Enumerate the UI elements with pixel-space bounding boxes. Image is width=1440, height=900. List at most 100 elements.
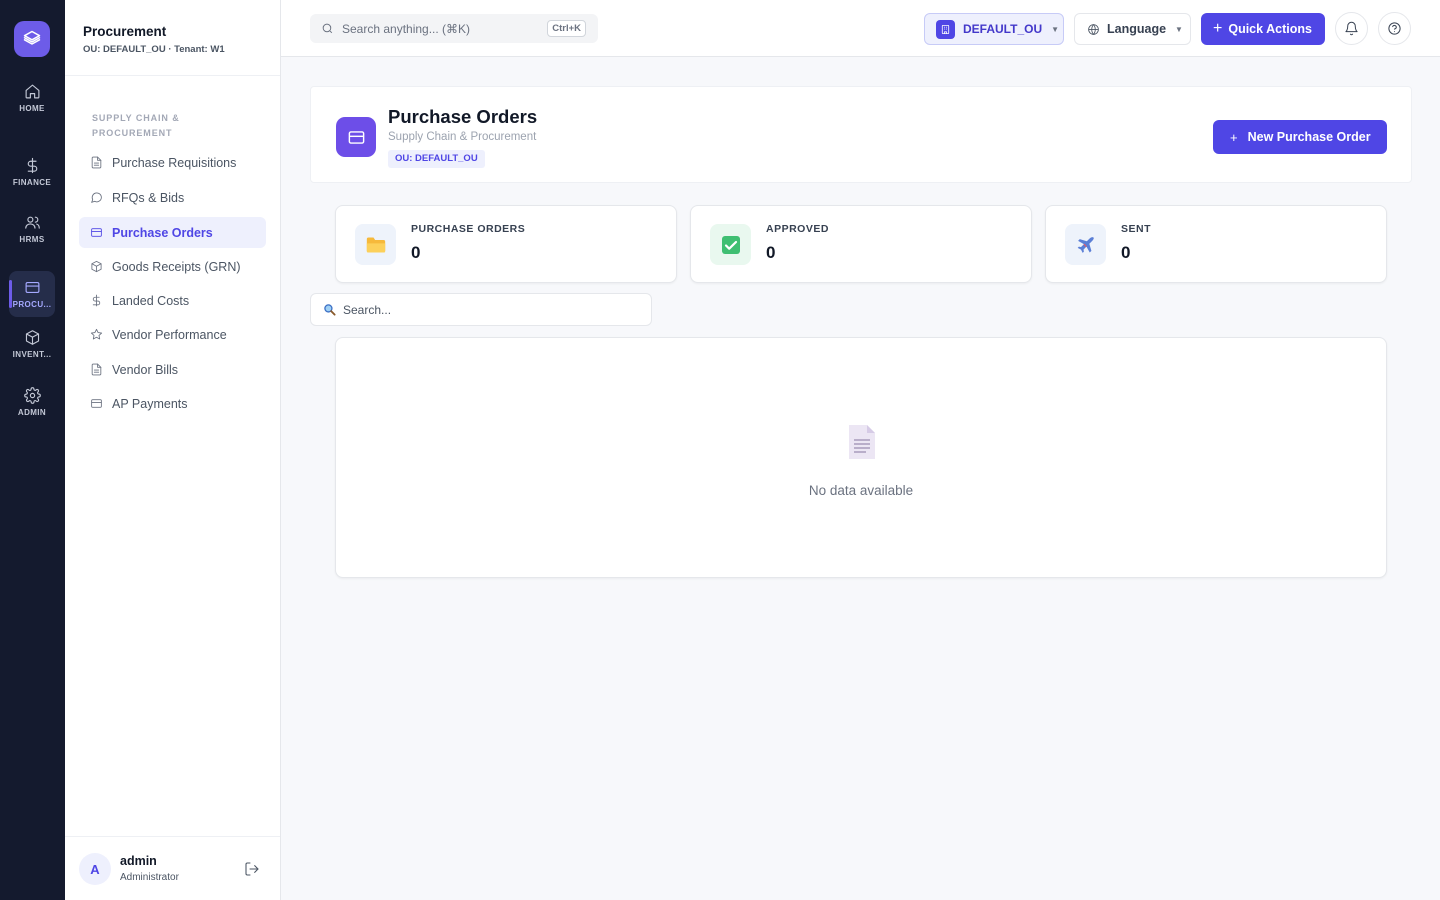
new-purchase-order-button[interactable]: + New Purchase Order — [1213, 120, 1387, 154]
rail-item-inventory[interactable]: INVENT... — [9, 321, 55, 367]
sidebar-item-purchase-orders[interactable]: Purchase Orders — [79, 217, 266, 248]
chevron-down-icon: ▼ — [1051, 24, 1060, 34]
check-box-icon — [721, 235, 740, 254]
plus-icon: + — [1230, 129, 1238, 145]
rail-item-procurement[interactable]: PROCU... — [9, 271, 55, 317]
rail-item-label: ADMIN — [17, 408, 47, 417]
stat-icon-box — [1065, 224, 1106, 265]
sidebar-item-goods-receipts[interactable]: Goods Receipts (GRN) — [79, 251, 266, 282]
stat-icon-box — [710, 224, 751, 265]
stat-card-sent: SENT 0 — [1045, 205, 1387, 283]
table-search[interactable] — [310, 293, 652, 326]
document-icon — [91, 363, 102, 376]
sidebar-item-ap-payments[interactable]: AP Payments — [79, 388, 266, 419]
sidebar: Procurement OU: DEFAULT_OU · Tenant: W1 … — [65, 0, 281, 900]
rail-item-hrms[interactable]: HRMS — [9, 206, 55, 252]
document-icon — [849, 425, 875, 459]
sidebar-header: Procurement OU: DEFAULT_OU · Tenant: W1 — [65, 0, 280, 76]
ou-selector[interactable]: DEFAULT_OU ▼ — [924, 13, 1064, 45]
ou-badge: OU: DEFAULT_OU — [388, 150, 485, 168]
sidebar-item-vendor-bills[interactable]: Vendor Bills — [79, 354, 266, 385]
stat-card-approved: APPROVED 0 — [690, 205, 1032, 283]
table-search-input[interactable] — [343, 302, 623, 317]
user-name: admin — [120, 854, 157, 868]
globe-icon — [1088, 23, 1099, 35]
empty-state-text: No data available — [808, 483, 914, 498]
sidebar-item-landed-costs[interactable]: Landed Costs — [79, 285, 266, 316]
plus-icon: + — [1213, 20, 1223, 37]
gear-icon — [23, 387, 41, 404]
stat-value: 0 — [411, 243, 421, 262]
sidebar-item-label: Goods Receipts (GRN) — [112, 259, 241, 274]
help-circle-icon — [1388, 22, 1401, 35]
stat-value: 0 — [766, 243, 776, 262]
box-icon — [25, 330, 39, 345]
data-table-empty: No data available — [335, 337, 1387, 578]
stat-label: APPROVED — [766, 223, 829, 235]
sidebar-section-title: SUPPLY CHAIN & PROCUREMENT — [92, 113, 180, 138]
notifications-button[interactable] — [1335, 12, 1368, 45]
stat-label: PURCHASE ORDERS — [411, 223, 526, 235]
quick-actions-button[interactable]: + Quick Actions — [1201, 13, 1325, 45]
logout-button[interactable] — [244, 861, 260, 877]
sidebar-item-purchase-requisitions[interactable]: Purchase Requisitions — [79, 147, 266, 178]
page-icon — [336, 117, 376, 157]
sidebar-item-label: Vendor Bills — [112, 362, 179, 377]
stat-value: 0 — [1121, 243, 1131, 262]
rail-item-home[interactable]: HOME — [9, 75, 55, 121]
stat-card-purchase-orders: PURCHASE ORDERS 0 — [335, 205, 677, 283]
page-header: Purchase Orders Supply Chain & Procureme… — [310, 86, 1412, 183]
bell-icon — [1345, 21, 1358, 36]
card-icon — [348, 130, 364, 144]
rail-item-label: FINANCE — [12, 178, 52, 187]
module-context: OU: DEFAULT_OU · Tenant: W1 — [83, 44, 225, 55]
sidebar-item-rfqs-bids[interactable]: RFQs & Bids — [79, 182, 266, 213]
stat-label: SENT — [1121, 223, 1152, 235]
chevron-down-icon: ▼ — [1175, 24, 1183, 34]
page-subtitle: Supply Chain & Procurement — [388, 131, 537, 143]
rail-item-label: HRMS — [19, 235, 45, 244]
top-bar: Ctrl+K DEFAULT_OU ▼ Language ▼ + Quick A… — [281, 0, 1440, 57]
help-button[interactable] — [1378, 12, 1411, 45]
chat-bubble-icon — [91, 192, 102, 203]
sidebar-item-label: Vendor Performance — [112, 327, 227, 342]
shortcut-hint: Ctrl+K — [547, 20, 586, 37]
airplane-icon — [1077, 236, 1094, 253]
logout-icon — [245, 862, 259, 876]
quick-actions-label: Quick Actions — [1228, 22, 1312, 36]
app-logo[interactable] — [14, 21, 50, 57]
page-title: Purchase Orders — [388, 106, 538, 127]
document-icon — [91, 156, 102, 169]
user-panel: A admin Administrator — [65, 836, 280, 900]
rail-item-finance[interactable]: FINANCE — [9, 149, 55, 195]
rail-item-admin[interactable]: ADMIN — [9, 379, 55, 425]
language-selector[interactable]: Language ▼ — [1074, 13, 1191, 45]
avatar[interactable]: A — [79, 853, 111, 885]
global-search[interactable]: Ctrl+K — [310, 14, 598, 43]
rail-item-label: PROCU... — [12, 300, 52, 309]
card-icon — [25, 281, 39, 294]
new-purchase-order-label: New Purchase Order — [1247, 130, 1371, 144]
box-icon — [91, 260, 102, 273]
module-title: Procurement — [83, 24, 167, 39]
users-icon — [24, 216, 40, 229]
search-icon — [322, 23, 333, 34]
folder-icon — [366, 237, 385, 252]
magnifier-icon — [323, 303, 336, 316]
sidebar-item-label: Landed Costs — [112, 293, 190, 308]
star-icon — [90, 328, 103, 340]
dollar-icon — [92, 294, 101, 307]
global-search-input[interactable] — [342, 21, 532, 36]
rail-item-label: INVENT... — [12, 350, 52, 359]
rail-item-label: HOME — [19, 104, 45, 113]
language-selector-label: Language — [1107, 22, 1167, 36]
card-icon — [91, 228, 102, 237]
module-rail: HOME FINANCE HRMS PROCU... INVENT... ADM… — [0, 0, 65, 900]
sidebar-item-label: Purchase Requisitions — [112, 155, 237, 170]
ou-selector-label: DEFAULT_OU — [963, 22, 1043, 36]
dollar-icon — [27, 157, 37, 174]
stat-icon-box — [355, 224, 396, 265]
building-icon — [936, 19, 955, 39]
sidebar-item-label: AP Payments — [112, 396, 188, 411]
sidebar-item-vendor-performance[interactable]: Vendor Performance — [79, 319, 266, 350]
